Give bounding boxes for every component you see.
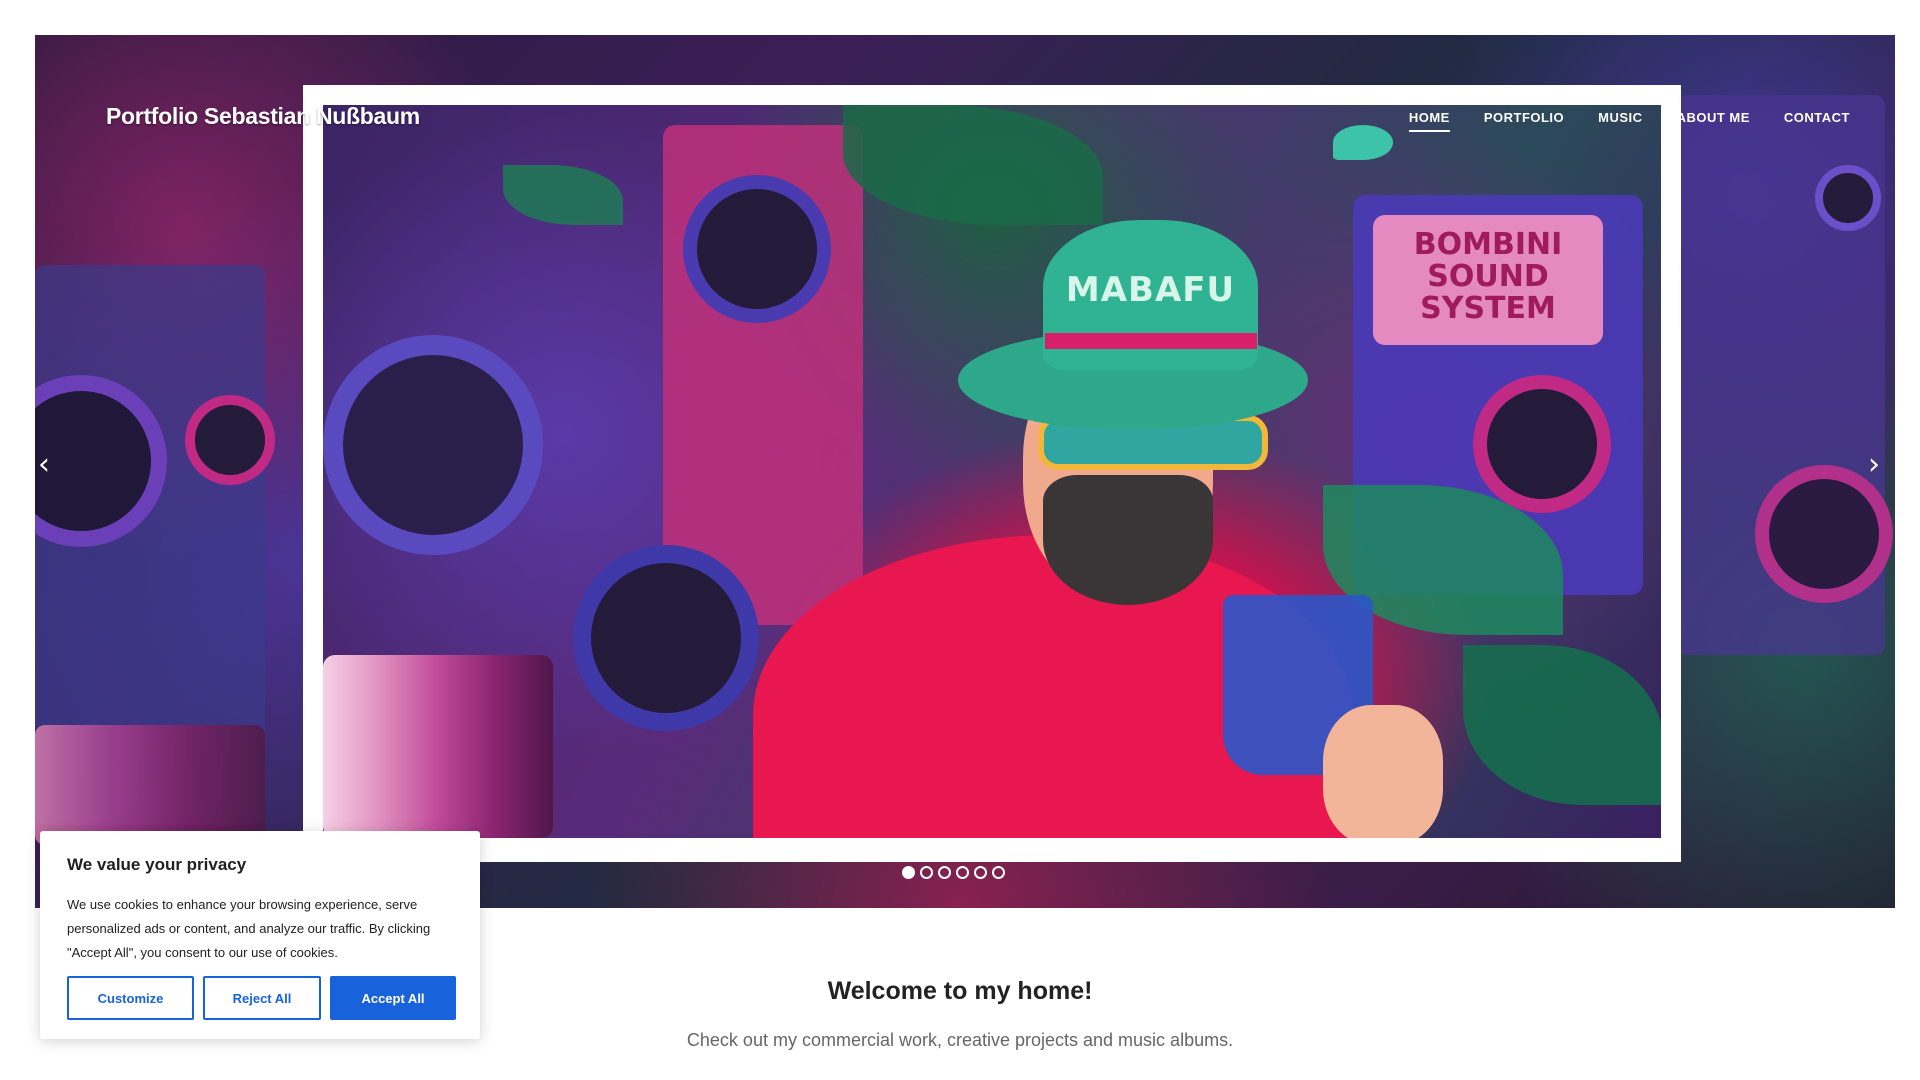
bg-color-bars	[35, 725, 265, 845]
nav-portfolio[interactable]: PORTFOLIO	[1484, 110, 1564, 132]
art-speaker-3	[573, 545, 759, 731]
art-sign-line-1: BOMBINI	[1413, 227, 1563, 262]
site-logo[interactable]: Portfolio Sebastian Nußbaum	[106, 103, 420, 130]
bg-speaker-right	[1755, 465, 1893, 603]
chevron-left-icon[interactable]: ‹	[38, 450, 50, 480]
slider-dot[interactable]	[902, 866, 915, 879]
art-color-bars	[323, 655, 553, 838]
nav-home[interactable]: HOME	[1408, 110, 1450, 132]
nav-contact[interactable]: CONTACT	[1784, 110, 1850, 132]
art-speaker-1	[683, 175, 831, 323]
bg-speaker-left-small	[185, 395, 275, 485]
cookie-title: We value your privacy	[67, 855, 247, 874]
art-leaf-3	[843, 105, 1103, 225]
bg-speaker-right-small	[1815, 165, 1881, 231]
art-bird	[1333, 125, 1393, 160]
art-hat-text: MABAFU	[1065, 270, 1236, 310]
nav-about-me[interactable]: ABOUT ME	[1677, 110, 1750, 132]
main-nav: HOME PORTFOLIO MUSIC ABOUT ME CONTACT	[1408, 110, 1850, 132]
slide-artwork[interactable]: BOMBINI SOUND SYSTEM MABAFU	[323, 105, 1661, 838]
art-sign-line-2: SOUND	[1427, 259, 1549, 294]
slide-frame: BOMBINI SOUND SYSTEM MABAFU	[303, 85, 1681, 862]
customize-button[interactable]: Customize	[67, 976, 194, 1020]
slider-dot[interactable]	[956, 866, 969, 879]
art-leaf-1	[503, 165, 623, 225]
art-speaker-2	[323, 335, 543, 555]
slider-dot[interactable]	[992, 866, 1005, 879]
art-leaf-4	[1463, 645, 1661, 805]
accept-all-button[interactable]: Accept All	[330, 976, 456, 1020]
cookie-text: We use cookies to enhance your browsing …	[67, 897, 431, 960]
slider-dot[interactable]	[920, 866, 933, 879]
slider-pagination	[902, 866, 1005, 879]
slider-dot[interactable]	[974, 866, 987, 879]
hero-slider: BOMBINI SOUND SYSTEM MABAFU	[35, 35, 1895, 908]
reject-all-button[interactable]: Reject All	[203, 976, 321, 1020]
chevron-right-icon[interactable]: ›	[1868, 450, 1880, 480]
slider-dot[interactable]	[938, 866, 951, 879]
art-figure-beard	[1043, 475, 1213, 605]
cookie-actions: Customize Reject All Accept All	[67, 976, 456, 1020]
art-hat-band	[1045, 333, 1257, 349]
nav-music[interactable]: MUSIC	[1598, 110, 1642, 132]
art-speaker-4	[1473, 375, 1611, 513]
art-sign-line-3: SYSTEM	[1420, 291, 1556, 326]
art-hand	[1323, 705, 1443, 838]
art-sign: BOMBINI SOUND SYSTEM	[1373, 215, 1603, 345]
cookie-banner: We value your privacy We use cookies to …	[40, 831, 480, 1039]
